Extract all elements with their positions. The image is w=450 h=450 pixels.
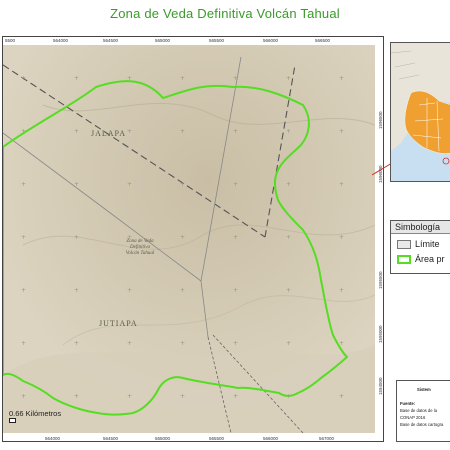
x-tick-label: 565000 (155, 38, 171, 43)
x-tick-label: 564000 (53, 38, 69, 43)
x-tick-label: 565500 (209, 38, 225, 43)
municipality-label-jalapa: JALAPA (91, 129, 127, 138)
grid-marker: + (127, 287, 132, 294)
legend-swatch (397, 254, 411, 264)
scale-bar-label: 0.66 Kilómetros (9, 409, 62, 418)
grid-marker: + (21, 234, 26, 241)
legend-title: Simbología (391, 221, 450, 234)
grid-marker: + (180, 234, 185, 241)
map-title: Zona de Veda Definitiva Volcán Tahual (110, 6, 340, 21)
grid-marker: + (127, 75, 132, 82)
grid-marker: + (74, 287, 79, 294)
inset-connector (372, 162, 392, 176)
grid-marker: + (21, 340, 26, 347)
protected-area-label-line: Volcán Tahual (125, 251, 155, 256)
grid-marker: + (180, 287, 185, 294)
grid-marker: + (233, 75, 238, 82)
grid-marker: + (339, 128, 344, 135)
legend-item-limite: Límite (397, 239, 440, 249)
x-tick-label: 566500 (315, 38, 331, 43)
grid-marker: + (339, 287, 344, 294)
y-tick-label: 1595000 (378, 325, 383, 343)
grid-marker: + (339, 393, 344, 400)
municipality-label-jutiapa: JUTIAPA (99, 319, 138, 328)
grid-marker: + (233, 181, 238, 188)
info-line: Base de datos de la (400, 408, 438, 413)
grid-marker: + (180, 75, 185, 82)
grid-marker: + (339, 234, 344, 241)
grid-marker: + (74, 393, 79, 400)
grid-marker: + (127, 181, 132, 188)
x-tick-label: 566000 (263, 38, 279, 43)
grid-marker: + (339, 340, 344, 347)
x-tick-label: 564500 (103, 436, 119, 441)
map-frame: 5500 564000 564500 565000 565500 566000 … (2, 36, 384, 442)
locator-inset-map[interactable] (390, 42, 450, 182)
grid-marker: + (286, 340, 291, 347)
x-tick-label: 566000 (263, 436, 279, 441)
x-tick-label: 564000 (45, 436, 61, 441)
y-tick-label: 1594500 (378, 377, 383, 395)
grid-marker: + (339, 75, 344, 82)
legend-panel: Simbología Límite Área pr (390, 220, 450, 274)
x-tick-label: 565500 (209, 436, 225, 441)
info-heading: Sistem (417, 387, 431, 392)
grid-marker: + (286, 393, 291, 400)
x-tick-label: 564500 (103, 38, 119, 43)
grid-marker: + (74, 181, 79, 188)
grid-marker: + (127, 128, 132, 135)
info-line: CONAP 2016 (400, 415, 426, 420)
grid-marker: + (21, 128, 26, 135)
grid-marker: + (286, 234, 291, 241)
y-tick-label: 1595500 (378, 271, 383, 289)
legend-item-label: Área pr (415, 254, 445, 264)
grid-marker: + (233, 393, 238, 400)
grid-marker: + (286, 287, 291, 294)
grid-marker: + (180, 340, 185, 347)
x-tick-label: 567000 (319, 436, 335, 441)
grid-marker: + (21, 181, 26, 188)
grid-marker: + (74, 234, 79, 241)
grid-marker: + (127, 340, 132, 347)
grid-marker: + (180, 128, 185, 135)
protected-area-label: Zona de Veda Definitiva Volcán Tahual (115, 239, 165, 257)
grid-marker: + (74, 340, 79, 347)
info-panel: Sistem Fuente: Base de datos de la CONAP… (396, 380, 450, 442)
grid-marker: + (21, 287, 26, 294)
grid-marker: + (127, 393, 132, 400)
grid-marker: + (286, 181, 291, 188)
info-line: Base de datos cartogra (400, 422, 444, 427)
legend-item-area: Área pr (397, 254, 445, 264)
grid-marker: + (233, 234, 238, 241)
grid-marker: + (339, 181, 344, 188)
map-svg: + + + + + + + + + + + + + + + + + + + + + + + + + + + + + + + + + + + + + + + +… (3, 45, 375, 433)
inset-map-svg (391, 43, 450, 181)
grid-marker: + (233, 287, 238, 294)
grid-marker: + (74, 75, 79, 82)
x-tick-label: 565000 (155, 436, 171, 441)
grid-marker: + (74, 128, 79, 135)
grid-marker: + (180, 181, 185, 188)
map-canvas[interactable]: + + + + + + + + + + + + + + + + + + + + + + + + + + + + + + + + + + + + + + + +… (3, 45, 375, 433)
legend-item-label: Límite (415, 239, 440, 249)
info-source-label: Fuente: (400, 401, 416, 406)
grid-marker: + (180, 393, 185, 400)
legend-swatch (397, 239, 411, 249)
grid-marker: + (21, 393, 26, 400)
grid-marker: + (233, 340, 238, 347)
scale-bar (9, 418, 16, 423)
grid-marker: + (286, 128, 291, 135)
grid-marker: + (21, 75, 26, 82)
y-tick-label: 1596500 (378, 111, 383, 129)
x-tick-label: 5500 (5, 38, 16, 43)
grid-marker: + (286, 75, 291, 82)
grid-marker: + (233, 128, 238, 135)
